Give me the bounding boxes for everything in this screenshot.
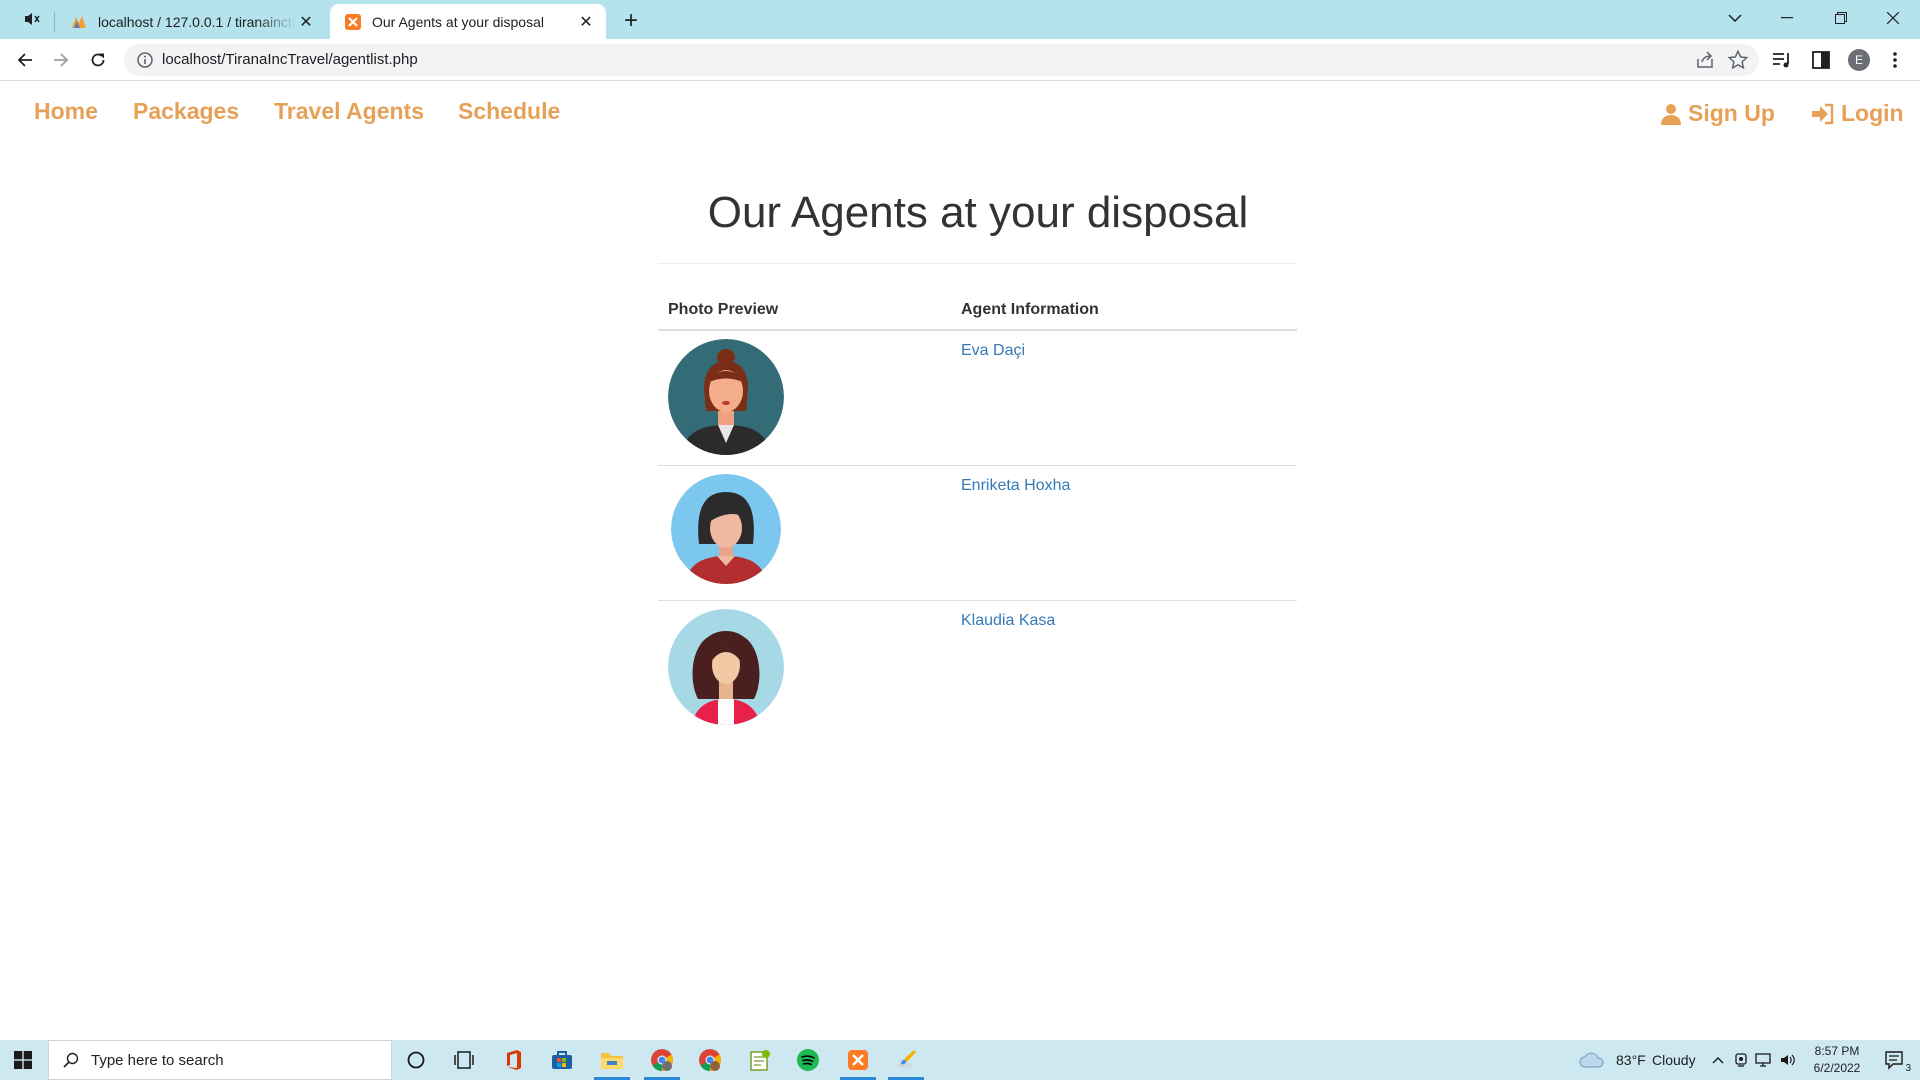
tab-close-icon[interactable]: ✕ [296,12,316,32]
close-window-icon[interactable] [1870,4,1916,32]
sign-up-label: Sign Up [1688,100,1775,126]
site-info-icon[interactable] [136,51,154,69]
login-label: Login [1841,100,1904,126]
agent-name-link[interactable]: Eva Daçi [961,342,1025,360]
tab-close-icon[interactable]: ✕ [576,12,596,32]
address-bar[interactable]: localhost/TiranaIncTravel/agentlist.php [124,44,1759,76]
agents-table: Photo Preview Agent Information Eva Daçi… [658,290,1297,735]
login-icon [1812,103,1834,124]
agent-avatar-woman-dark-hair [671,473,781,584]
clock-date: 6/2/2022 [1813,1061,1861,1075]
office-app-icon[interactable] [490,1040,538,1080]
search-icon [63,1052,79,1068]
windows-taskbar: Type here to search 83°F Cloudy 8:57 PM … [0,1040,1920,1080]
browser-menu-icon[interactable] [1884,49,1906,71]
tab-separator [54,12,55,32]
weather-cloud-icon[interactable] [1572,1040,1612,1080]
tab-agents[interactable]: Our Agents at your disposal ✕ [330,4,606,39]
share-icon[interactable] [1695,50,1715,70]
profile-avatar[interactable]: E [1848,49,1870,71]
info-cell: Eva Daçi [951,330,1297,465]
search-placeholder: Type here to search [91,1051,224,1069]
cortana-icon[interactable] [392,1040,440,1080]
tab-title: localhost / 127.0.0.1 / tiranainctravel [98,13,296,30]
column-header-photo: Photo Preview [658,290,951,331]
phpmyadmin-favicon-icon [70,13,88,31]
title-divider [658,263,1297,264]
forward-icon[interactable] [47,46,75,74]
photo-cell [658,599,951,735]
photo-cell [658,330,951,465]
windows-start-icon[interactable] [0,1040,46,1080]
bookmark-star-icon[interactable] [1727,49,1749,71]
url-text: localhost/TiranaIncTravel/agentlist.php [162,51,418,68]
taskbar-search-box[interactable]: Type here to search [48,1040,392,1080]
browser-toolbar: localhost/TiranaIncTravel/agentlist.php … [0,39,1920,81]
agent-avatar-business-woman [668,339,784,455]
network-icon[interactable] [1752,1040,1774,1080]
page-title: Our Agents at your disposal [707,188,1249,237]
user-icon [1661,103,1681,125]
tab-audio-mute-icon[interactable] [22,10,42,28]
nav-home-link[interactable]: Home [34,98,98,125]
new-tab-plus-icon[interactable]: + [618,7,644,34]
notification-count-badge: 3 [1905,1063,1911,1074]
meet-now-icon[interactable] [1730,1040,1752,1080]
nav-sign-up-link[interactable]: Sign Up [1660,100,1775,127]
side-panel-icon[interactable] [1810,49,1832,71]
agent-name-link[interactable]: Klaudia Kasa [961,612,1055,630]
nav-login-link[interactable]: Login [1811,100,1904,127]
browser-tab-bar: localhost / 127.0.0.1 / tiranainctravel … [0,0,1920,39]
clock-time: 8:57 PM [1814,1044,1860,1058]
chrome-profile-icon[interactable] [686,1040,734,1080]
agent-name-link[interactable]: Enriketa Hoxha [961,477,1070,495]
column-header-info: Agent Information [951,290,1297,331]
info-cell: Enriketa Hoxha [951,464,1297,600]
nav-schedule-link[interactable]: Schedule [458,98,560,125]
microsoft-store-icon[interactable] [538,1040,586,1080]
spotify-icon[interactable] [784,1040,832,1080]
xampp-favicon-icon [344,13,362,31]
task-view-icon[interactable] [440,1040,488,1080]
table-row: Eva Daçi [658,330,1297,465]
media-control-icon[interactable] [1771,49,1793,71]
tab-title: Our Agents at your disposal [372,13,544,30]
agent-avatar-woman-curly-hair [668,608,784,725]
xampp-app-icon[interactable] [834,1040,882,1080]
paint-brush-app-icon[interactable] [882,1040,930,1080]
notepad-plus-icon[interactable] [736,1040,784,1080]
weather-condition[interactable]: Cloudy [1652,1052,1696,1068]
minimize-icon[interactable] [1764,4,1810,32]
chrome-browser-icon[interactable] [638,1040,686,1080]
weather-temperature[interactable]: 83°F [1616,1052,1646,1068]
volume-icon[interactable] [1776,1040,1800,1080]
nav-packages-link[interactable]: Packages [133,98,239,125]
table-header-row: Photo Preview Agent Information [658,290,1297,331]
table-row: Klaudia Kasa [658,599,1297,735]
photo-cell [658,464,951,600]
taskbar-clock[interactable]: 8:57 PM 6/2/2022 [1812,1043,1862,1077]
info-cell: Klaudia Kasa [951,599,1297,735]
nav-travel-agents-link[interactable]: Travel Agents [274,98,424,125]
table-row: Enriketa Hoxha [658,464,1297,600]
tab-phpmyadmin[interactable]: localhost / 127.0.0.1 / tiranainctravel … [56,4,326,39]
reload-icon[interactable] [84,46,112,74]
site-navbar: Home Packages Travel Agents Schedule Sig… [0,82,1920,142]
tab-search-chevron-icon[interactable] [1712,4,1758,32]
notification-center-icon[interactable]: 3 [1872,1040,1918,1080]
show-hidden-icons-chevron-icon[interactable] [1706,1040,1730,1080]
file-explorer-icon[interactable] [588,1040,636,1080]
back-icon[interactable] [11,46,39,74]
restore-icon[interactable] [1818,4,1864,32]
